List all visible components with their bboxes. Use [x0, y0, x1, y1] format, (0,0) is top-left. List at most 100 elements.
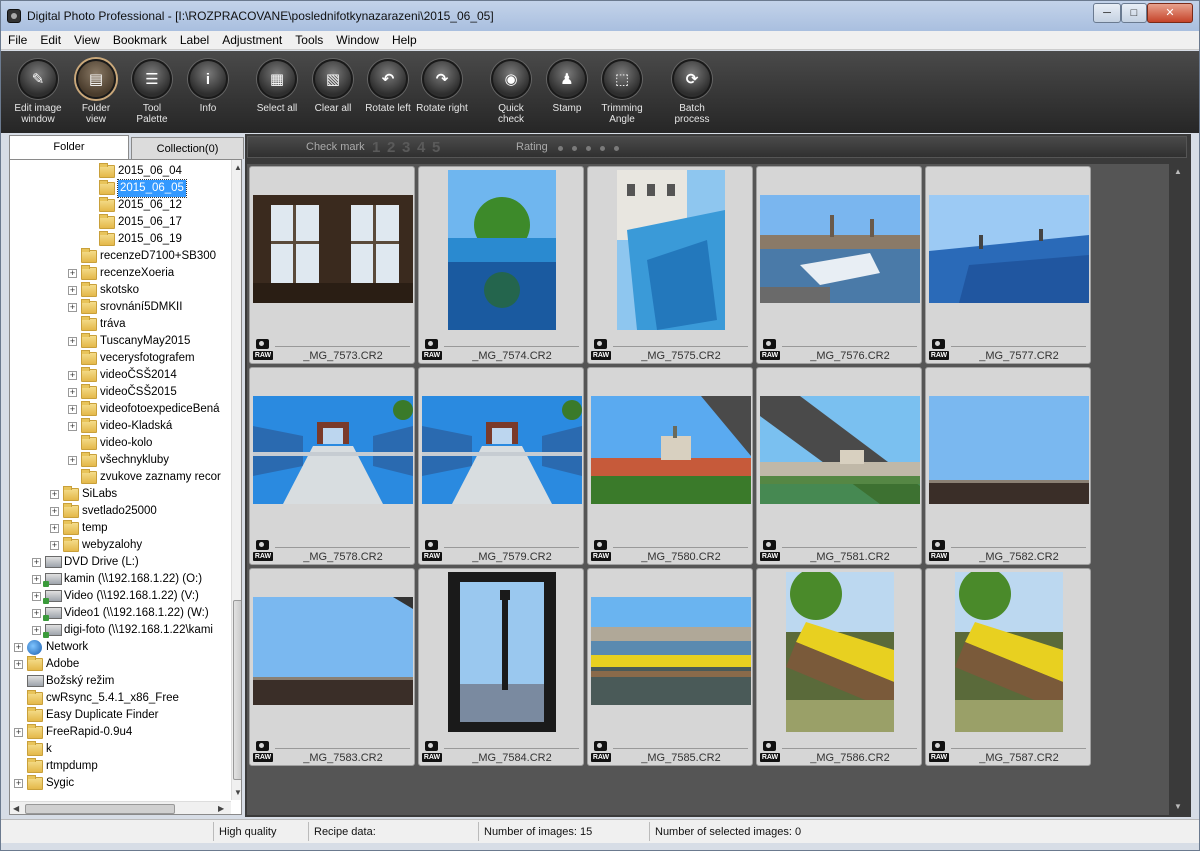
tree-item[interactable]: + kamin (\\192.168.1.22) (O:) — [10, 571, 231, 588]
menu-adjustment[interactable]: Adjustment — [215, 31, 288, 47]
expand-icon[interactable]: + — [68, 269, 77, 278]
tree-horizontal-scrollbar[interactable]: ◀ ▶ — [10, 801, 231, 814]
check-mark-2[interactable]: 2 — [387, 139, 395, 156]
tree-item[interactable]: + Video1 (\\192.168.1.22) (W:) — [10, 605, 231, 622]
thumbnail-card[interactable]: RAW _MG_7581.CR2 — [756, 367, 922, 565]
expand-icon[interactable]: + — [50, 541, 59, 550]
expand-icon[interactable]: + — [32, 592, 41, 601]
thumbnail-image[interactable] — [253, 396, 413, 504]
tree-item[interactable]: + SiLabs — [10, 486, 231, 503]
tool-palette-button[interactable]: ☰ Tool Palette — [121, 59, 183, 125]
tree-item[interactable]: + Video (\\192.168.1.22) (V:) — [10, 588, 231, 605]
thumbnail-card[interactable]: RAW _MG_7585.CR2 — [587, 568, 753, 766]
check-mark-4[interactable]: 4 — [417, 139, 425, 156]
folder-view-button[interactable]: ▤ Folder view — [65, 59, 127, 125]
tree-item[interactable]: zvukove zaznamy recor — [10, 469, 231, 486]
title-bar[interactable]: Digital Photo Professional - [I:\ROZPRAC… — [1, 1, 1199, 31]
rotate-right-button[interactable]: ↷ Rotate right — [411, 59, 473, 114]
thumbnail-card[interactable]: RAW _MG_7577.CR2 — [925, 166, 1091, 364]
thumbnail-image[interactable] — [591, 396, 751, 504]
tree-item[interactable]: 2015_06_19 — [10, 231, 231, 248]
menu-view[interactable]: View — [67, 31, 106, 47]
tree-item[interactable]: + webyzalohy — [10, 537, 231, 554]
rating-star-5[interactable] — [614, 146, 619, 151]
expand-icon[interactable]: + — [32, 626, 41, 635]
tree-item[interactable]: tráva — [10, 316, 231, 333]
tree-item[interactable]: + TuscanyMay2015 — [10, 333, 231, 350]
tree-item[interactable]: rtmpdump — [10, 758, 231, 775]
menu-tools[interactable]: Tools — [288, 31, 329, 47]
thumbnail-card[interactable]: RAW _MG_7583.CR2 — [249, 568, 415, 766]
tree-vertical-scroll-thumb[interactable] — [233, 600, 241, 780]
expand-icon[interactable]: + — [14, 728, 23, 737]
tree-horizontal-scroll-thumb[interactable] — [25, 804, 175, 814]
menu-help[interactable]: Help — [385, 31, 423, 47]
tree-item[interactable]: + skotsko — [10, 282, 231, 299]
tree-item[interactable]: Easy Duplicate Finder — [10, 707, 231, 724]
expand-icon[interactable]: + — [50, 490, 59, 499]
thumbnail-image[interactable] — [253, 597, 413, 705]
tree-item[interactable]: + videoČSŠ2014 — [10, 367, 231, 384]
check-mark-1[interactable]: 1 — [372, 139, 380, 156]
scroll-right-icon[interactable]: ▶ — [218, 804, 224, 813]
rotate-left-button[interactable]: ↶ Rotate left — [357, 59, 419, 114]
tree-item[interactable]: 2015_06_05 — [10, 179, 231, 198]
expand-icon[interactable]: + — [68, 422, 77, 431]
tree-item[interactable]: + Sygic — [10, 775, 231, 792]
thumbnail-card[interactable]: RAW _MG_7573.CR2 — [249, 166, 415, 364]
thumbnail-image[interactable] — [422, 396, 582, 504]
menu-label[interactable]: Label — [173, 31, 215, 47]
thumbnail-card[interactable]: RAW _MG_7578.CR2 — [249, 367, 415, 565]
scroll-down-icon[interactable]: ▼ — [234, 788, 241, 797]
info-button[interactable]: i Info — [177, 59, 239, 114]
expand-icon[interactable]: + — [68, 456, 77, 465]
thumbnail-card[interactable]: RAW _MG_7587.CR2 — [925, 568, 1091, 766]
rating-star-1[interactable] — [558, 146, 563, 151]
thumbnail-image[interactable] — [929, 396, 1089, 504]
grid-vertical-scrollbar[interactable]: ▲ ▼ — [1169, 164, 1187, 815]
thumbnail-card[interactable]: RAW _MG_7580.CR2 — [587, 367, 753, 565]
close-button[interactable]: ✕ — [1147, 3, 1193, 23]
thumbnail-card[interactable]: RAW _MG_7576.CR2 — [756, 166, 922, 364]
tree-item[interactable]: 2015_06_17 — [10, 214, 231, 231]
tree-item[interactable]: 2015_06_12 — [10, 197, 231, 214]
select-all-button[interactable]: ▦ Select all — [246, 59, 308, 114]
tree-item[interactable]: cwRsync_5.4.1_x86_Free — [10, 690, 231, 707]
tree-item[interactable]: + video-Kladská — [10, 418, 231, 435]
tab-folder[interactable]: Folder — [9, 135, 129, 159]
expand-icon[interactable]: + — [32, 575, 41, 584]
thumbnail-image[interactable] — [617, 170, 725, 330]
expand-icon[interactable]: + — [68, 405, 77, 414]
maximize-button[interactable]: □ — [1121, 3, 1147, 23]
thumbnail-image[interactable] — [760, 396, 920, 504]
tree-item[interactable]: + srovnání5DMKII — [10, 299, 231, 316]
quick-check-button[interactable]: ◉ Quick check — [480, 59, 542, 125]
thumbnail-card[interactable]: RAW _MG_7582.CR2 — [925, 367, 1091, 565]
tree-item[interactable]: + všechnykluby — [10, 452, 231, 469]
menu-bookmark[interactable]: Bookmark — [106, 31, 173, 47]
tree-item[interactable]: + Adobe — [10, 656, 231, 673]
menu-edit[interactable]: Edit — [33, 31, 67, 47]
scroll-left-icon[interactable]: ◀ — [13, 804, 19, 813]
edit-image-window-button[interactable]: ✎ Edit image window — [7, 59, 69, 125]
minimize-button[interactable]: ─ — [1093, 3, 1121, 23]
tree-item[interactable]: recenzeD7100+SB300 — [10, 248, 231, 265]
tree-item[interactable]: vecerysfotografem — [10, 350, 231, 367]
thumbnail-card[interactable]: RAW _MG_7575.CR2 — [587, 166, 753, 364]
thumbnail-image[interactable] — [786, 572, 894, 732]
tree-item[interactable]: + videofotoexpediceBená — [10, 401, 231, 418]
expand-icon[interactable]: + — [32, 558, 41, 567]
tree-item[interactable]: + svetlado25000 — [10, 503, 231, 520]
batch-process-button[interactable]: ⟳ Batch process — [661, 59, 723, 125]
expand-icon[interactable]: + — [50, 507, 59, 516]
tree-item[interactable]: + videoČSŠ2015 — [10, 384, 231, 401]
tree-item[interactable]: + temp — [10, 520, 231, 537]
expand-icon[interactable]: + — [14, 660, 23, 669]
thumbnail-image[interactable] — [760, 195, 920, 303]
thumbnail-image[interactable] — [448, 170, 556, 330]
expand-icon[interactable]: + — [68, 303, 77, 312]
thumbnail-image[interactable] — [591, 597, 751, 705]
rating-star-4[interactable] — [600, 146, 605, 151]
grid-scroll-down-icon[interactable]: ▼ — [1174, 802, 1182, 811]
check-mark-5[interactable]: 5 — [432, 139, 440, 156]
